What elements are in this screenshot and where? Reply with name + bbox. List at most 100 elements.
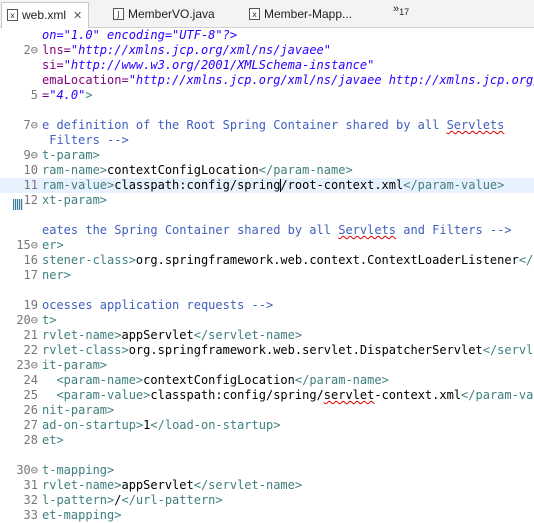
code-line[interactable]: 17 ner> xyxy=(0,268,534,283)
code-text[interactable]: ram-value>classpath:config/spring/root-c… xyxy=(42,178,504,193)
code-text[interactable]: ocesses application requests --> xyxy=(42,298,273,313)
code-text[interactable]: rvlet-name>appServlet</servlet-name> xyxy=(42,478,302,493)
code-text[interactable]: xt-param> xyxy=(42,193,107,208)
code-token: "http://www.w3.org/2001/XMLSchema-instan… xyxy=(63,58,375,72)
code-text[interactable]: <param-name>contextConfigLocation</param… xyxy=(42,373,388,388)
code-line[interactable]: 12 xt-param> xyxy=(0,193,534,208)
code-line[interactable]: 32 l-pattern>/</url-pattern> xyxy=(0,493,534,508)
fold-toggle-icon[interactable]: ⊖ xyxy=(31,238,38,252)
code-line[interactable]: 2⊖ lns="http://xmlns.jcp.org/xml/ns/javae… xyxy=(0,43,534,58)
line-number: 19 xyxy=(23,298,38,312)
code-line[interactable]: emaLocation="http://xmlns.jcp.org/xml/ns… xyxy=(0,73,534,88)
code-text[interactable]: emaLocation="http://xmlns.jcp.org/xml/ns… xyxy=(42,73,534,88)
line-gutter: 2⊖ xyxy=(13,43,38,58)
code-text[interactable]: rvlet-class>org.springframework.web.serv… xyxy=(42,343,534,358)
code-token: org.springframework.web.context.ContextL… xyxy=(135,253,519,267)
code-token: classpath:config/spring/root-context.xml xyxy=(114,178,404,192)
code-text[interactable]: er> xyxy=(42,238,64,253)
code-line[interactable]: 22 rvlet-class>org.springframework.web.se… xyxy=(0,343,534,358)
code-line[interactable]: 25 <param-value>classpath:config/spring/… xyxy=(0,388,534,403)
code-line[interactable]: 11 ram-value>classpath:config/spring/root… xyxy=(0,178,534,193)
code-line[interactable]: 28 et> xyxy=(0,433,534,448)
code-text[interactable]: ner> xyxy=(42,268,71,283)
code-text[interactable]: et> xyxy=(42,433,64,448)
code-line[interactable]: 26 nit-param> xyxy=(0,403,534,418)
code-token: </servle xyxy=(482,343,534,357)
fold-toggle-icon[interactable]: ⊖ xyxy=(31,118,38,132)
code-text[interactable]: et-mapping> xyxy=(42,508,121,523)
code-line[interactable]: 20⊖ t> xyxy=(0,313,534,328)
code-token: contextConfigLocation xyxy=(107,163,259,177)
code-text[interactable]: eates the Spring Container shared by all… xyxy=(42,223,512,238)
code-text[interactable]: Filters --> xyxy=(42,133,128,148)
code-line[interactable]: 19 ocesses application requests --> xyxy=(0,298,534,313)
code-text[interactable]: stener-class>org.springframework.web.con… xyxy=(42,253,534,268)
code-text[interactable]: t> xyxy=(42,313,56,328)
line-number: 10 xyxy=(23,163,38,177)
code-line[interactable]: 15⊖ er> xyxy=(0,238,534,253)
tab-label: Member-Mapp... xyxy=(264,7,353,21)
code-text[interactable]: l-pattern>/</url-pattern> xyxy=(42,493,223,508)
code-line[interactable]: 16 stener-class>org.springframework.web.c… xyxy=(0,253,534,268)
code-line[interactable]: 10 ram-name>contextConfigLocation</param-… xyxy=(0,163,534,178)
code-text[interactable]: nit-param> xyxy=(42,403,114,418)
fold-toggle-icon[interactable]: ⊖ xyxy=(31,148,38,162)
code-token: </param-value> xyxy=(403,178,505,192)
fold-toggle-icon[interactable]: ⊖ xyxy=(31,313,38,327)
code-text[interactable]: it-param> xyxy=(42,358,107,373)
code-text[interactable]: ram-name>contextConfigLocation</param-na… xyxy=(42,163,353,178)
code-token: et-mapping> xyxy=(42,508,122,522)
code-text[interactable]: e definition of the Root Spring Containe… xyxy=(42,118,504,133)
code-text[interactable]: ="4.0"> xyxy=(42,88,93,103)
tab-membervo-java[interactable]: J MemberVO.java xyxy=(113,2,215,26)
code-line[interactable] xyxy=(0,448,534,463)
fold-toggle-icon[interactable]: ⊖ xyxy=(31,358,38,372)
line-gutter: 7⊖ xyxy=(13,118,38,133)
code-text[interactable]: rvlet-name>appServlet</servlet-name> xyxy=(42,328,302,343)
code-token: appServlet xyxy=(121,478,194,492)
code-line[interactable]: 30⊖ t-mapping> xyxy=(0,463,534,478)
code-line[interactable]: 21 rvlet-name>appServlet</servlet-name> xyxy=(0,328,534,343)
code-text[interactable]: t-param> xyxy=(42,148,100,163)
code-line[interactable]: 24 <param-name>contextConfigLocation</pa… xyxy=(0,373,534,388)
code-line[interactable]: Filters --> xyxy=(0,133,534,148)
code-line[interactable]: 27 ad-on-startup>1</load-on-startup> xyxy=(0,418,534,433)
code-token: servlet xyxy=(323,388,375,402)
code-line[interactable]: si="http://www.w3.org/2001/XMLSchema-ins… xyxy=(0,58,534,73)
code-token: lns= xyxy=(42,43,71,57)
code-token: <param-name> xyxy=(42,373,144,387)
code-text[interactable]: <param-value>classpath:config/spring/ser… xyxy=(42,388,534,403)
tab-web-xml[interactable]: x web.xml ✕ xyxy=(1,2,90,28)
code-line[interactable] xyxy=(0,208,534,223)
code-token: rvlet-name> xyxy=(42,328,122,342)
code-token: "http://xmlns.jcp.org/xml/ns/javaee http… xyxy=(128,73,534,87)
code-token: t> xyxy=(42,313,57,327)
code-line[interactable]: 7⊖ e definition of the Root Spring Contai… xyxy=(0,118,534,133)
code-line[interactable] xyxy=(0,283,534,298)
code-token: on="1.0" encoding="UTF-8"?> xyxy=(42,28,238,42)
code-text[interactable]: on="1.0" encoding="UTF-8"?> xyxy=(42,28,237,43)
code-token: e definition of the Root Spring Containe… xyxy=(42,118,447,132)
code-line[interactable]: 5 ="4.0"> xyxy=(0,88,534,103)
code-text[interactable]: t-mapping> xyxy=(42,463,114,478)
code-line[interactable] xyxy=(0,103,534,118)
code-text[interactable]: si="http://www.w3.org/2001/XMLSchema-ins… xyxy=(42,58,374,73)
code-token: "4.0" xyxy=(49,88,86,102)
code-line[interactable]: 9⊖ t-param> xyxy=(0,148,534,163)
code-line[interactable]: 31 rvlet-name>appServlet</servlet-name> xyxy=(0,478,534,493)
tab-member-mapper[interactable]: x Member-Mapp... xyxy=(249,2,352,26)
line-number: 24 xyxy=(23,373,38,387)
fold-toggle-icon[interactable]: ⊖ xyxy=(31,43,38,57)
close-icon[interactable]: ✕ xyxy=(73,4,82,28)
code-line[interactable]: on="1.0" encoding="UTF-8"?> xyxy=(0,28,534,43)
line-gutter: 20⊖ xyxy=(13,313,38,328)
code-text[interactable]: ad-on-startup>1</load-on-startup> xyxy=(42,418,280,433)
fold-toggle-icon[interactable]: ⊖ xyxy=(31,463,38,477)
code-line[interactable]: 33 et-mapping> xyxy=(0,508,534,523)
code-line[interactable]: 23⊖ it-param> xyxy=(0,358,534,373)
code-line[interactable]: eates the Spring Container shared by all… xyxy=(0,223,534,238)
line-number: 33 xyxy=(23,508,38,522)
code-text[interactable]: lns="http://xmlns.jcp.org/xml/ns/javaee" xyxy=(42,43,331,58)
xml-editor[interactable]: on="1.0" encoding="UTF-8"?> 2⊖ lns="http:/… xyxy=(0,28,534,522)
tab-overflow-button[interactable]: »17 xyxy=(393,3,409,17)
